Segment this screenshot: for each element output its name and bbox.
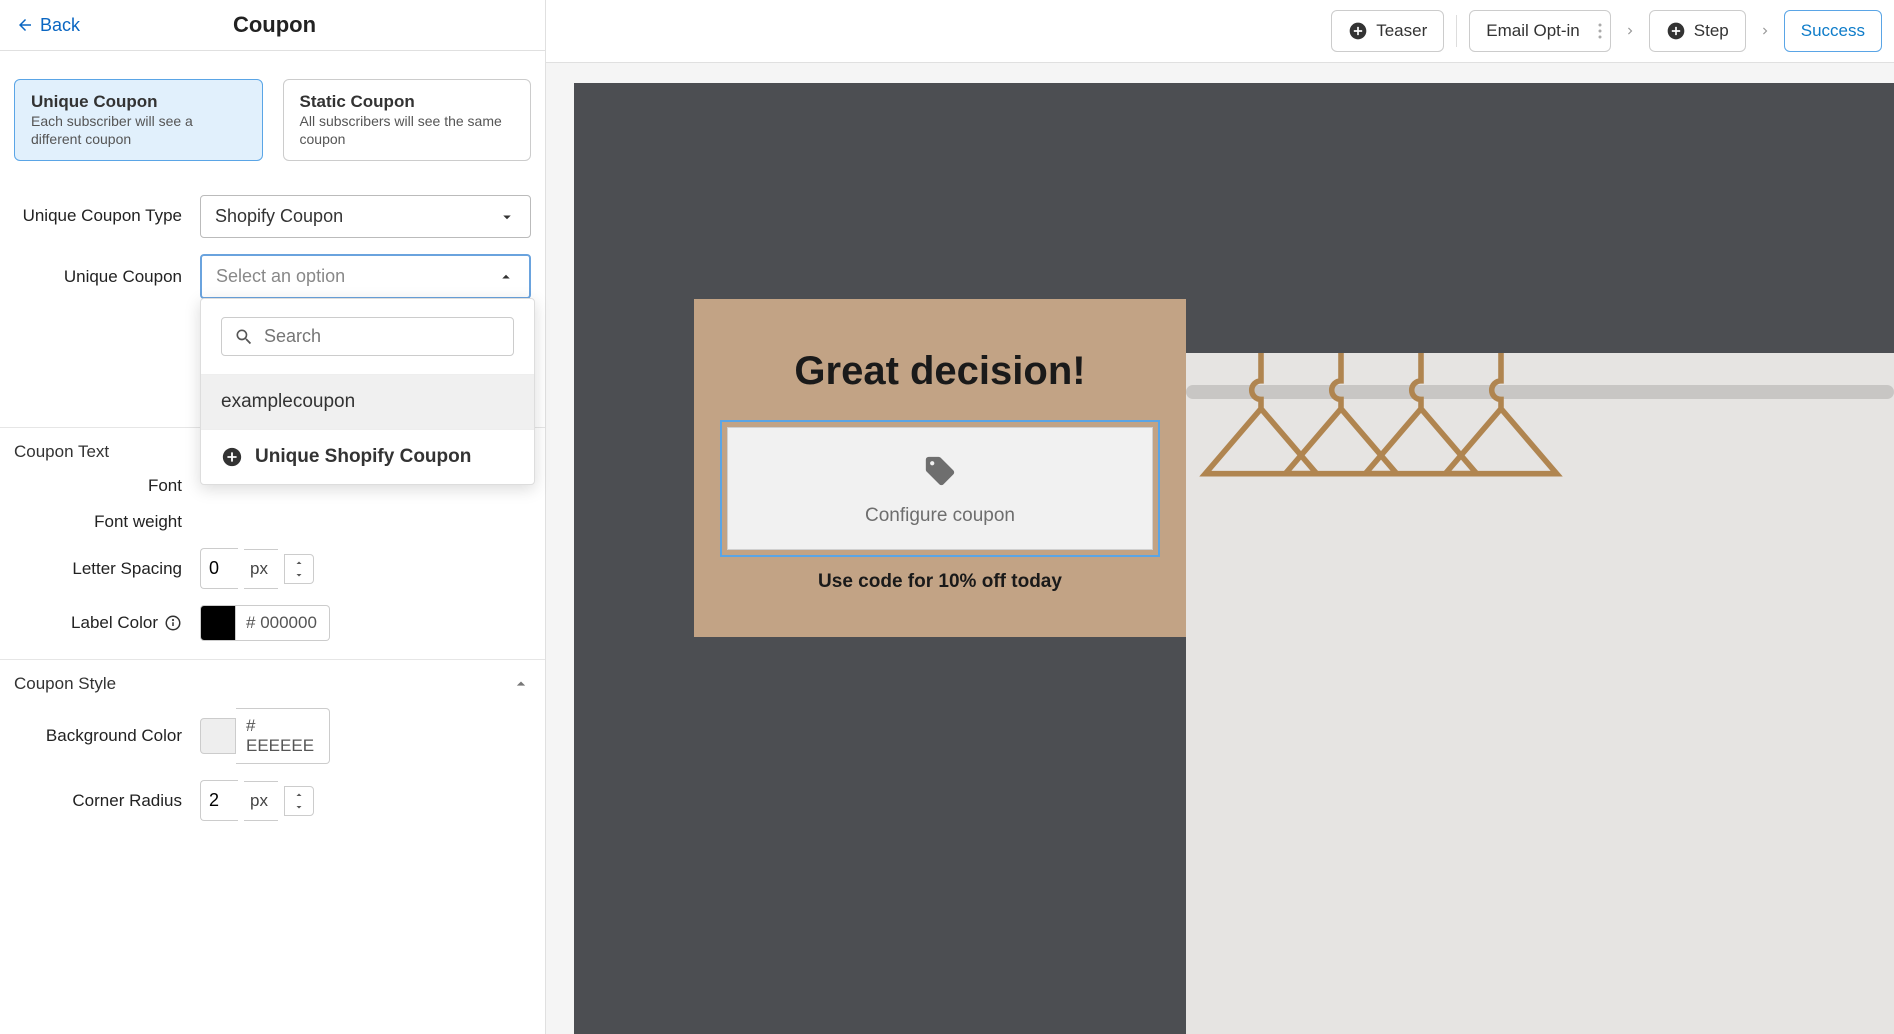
plus-circle-icon [1666, 21, 1686, 41]
unique-coupon-select[interactable]: Select an option [200, 254, 531, 299]
coupon-element-selected[interactable]: Configure coupon [720, 420, 1160, 557]
coupon-style-section-header[interactable]: Coupon Style [0, 660, 545, 700]
corner-radius-stepper[interactable] [284, 786, 314, 816]
preview-pane: Teaser Email Opt-in Step Success [546, 0, 1894, 1034]
card-title: Unique Coupon [31, 92, 246, 112]
corner-radius-label: Corner Radius [14, 791, 200, 811]
dropdown-option-examplecoupon[interactable]: examplecoupon [201, 374, 534, 429]
letter-spacing-stepper[interactable] [284, 554, 314, 584]
letter-spacing-input[interactable] [200, 548, 238, 589]
chevron-down-icon[interactable] [293, 801, 305, 813]
chevron-up-icon[interactable] [293, 557, 305, 569]
arrow-left-icon [16, 16, 34, 34]
chevron-down-icon[interactable] [293, 569, 305, 581]
page-title: Coupon [80, 12, 469, 38]
plus-circle-icon [1348, 21, 1368, 41]
card-desc: Each subscriber will see a different cou… [31, 113, 246, 148]
plus-circle-icon [221, 446, 243, 468]
back-label: Back [40, 15, 80, 36]
search-icon [234, 327, 254, 347]
select-placeholder: Select an option [216, 266, 345, 287]
hanger-icon [1436, 353, 1566, 520]
corner-radius-unit: px [244, 781, 278, 821]
dropdown-add-label: Unique Shopify Coupon [255, 446, 471, 468]
label-color-input[interactable]: # 000000 [236, 605, 330, 641]
label-color-swatch[interactable] [200, 605, 236, 641]
search-input[interactable] [264, 326, 501, 347]
font-weight-label: Font weight [14, 512, 200, 532]
tag-icon [923, 454, 957, 488]
coupon-type-select[interactable]: Shopify Coupon [200, 195, 531, 238]
add-step-button[interactable]: Step [1649, 10, 1746, 52]
coupon-placeholder-text: Configure coupon [748, 505, 1132, 527]
step-bar: Teaser Email Opt-in Step Success [546, 0, 1894, 63]
letter-spacing-label: Letter Spacing [14, 559, 200, 579]
chevron-right-icon [1758, 24, 1772, 38]
unique-coupon-dropdown: examplecoupon Unique Shopify Coupon [200, 298, 535, 485]
dropdown-search[interactable] [221, 317, 514, 356]
chevron-up-icon[interactable] [293, 789, 305, 801]
dropdown-add-unique-shopify[interactable]: Unique Shopify Coupon [201, 429, 534, 484]
coupon-type-label: Unique Coupon Type [14, 205, 200, 227]
chevron-down-icon [498, 208, 516, 226]
step-label: Success [1801, 21, 1865, 41]
select-value: Shopify Coupon [215, 206, 343, 227]
bg-color-label: Background Color [14, 726, 200, 746]
more-icon[interactable] [1598, 23, 1602, 39]
chevron-up-icon[interactable] [511, 674, 531, 694]
settings-sidebar: Back Coupon Unique Coupon Each subscribe… [0, 0, 546, 1034]
unique-coupon-label: Unique Coupon [14, 267, 200, 287]
success-step-button[interactable]: Success [1784, 10, 1882, 52]
letter-spacing-unit: px [244, 549, 278, 589]
popup-headline: Great decision! [720, 349, 1160, 394]
popup-subtext: Use code for 10% off today [720, 571, 1160, 593]
card-title: Static Coupon [300, 92, 515, 112]
bg-color-input[interactable]: # EEEEEE [236, 708, 330, 764]
preview-background-image [1186, 353, 1894, 1034]
unique-coupon-card[interactable]: Unique Coupon Each subscriber will see a… [14, 79, 263, 161]
font-label: Font [14, 476, 200, 496]
static-coupon-card[interactable]: Static Coupon All subscribers will see t… [283, 79, 532, 161]
step-label: Email Opt-in [1486, 21, 1580, 41]
info-icon[interactable] [164, 614, 182, 632]
step-label: Step [1694, 21, 1729, 41]
label-color-label: Label Color [14, 613, 200, 633]
chevron-right-icon [1623, 24, 1637, 38]
divider [1456, 15, 1457, 47]
corner-radius-input[interactable] [200, 780, 238, 821]
teaser-step-button[interactable]: Teaser [1331, 10, 1444, 52]
back-button[interactable]: Back [16, 15, 80, 36]
sidebar-header: Back Coupon [0, 0, 545, 51]
bg-color-swatch[interactable] [200, 718, 236, 754]
popup-preview: Great decision! Configure coupon Use cod… [694, 299, 1186, 637]
chevron-up-icon [497, 268, 515, 286]
email-optin-step-button[interactable]: Email Opt-in [1469, 10, 1611, 52]
card-desc: All subscribers will see the same coupon [300, 113, 515, 148]
step-label: Teaser [1376, 21, 1427, 41]
preview-canvas: Great decision! Configure coupon Use cod… [574, 83, 1894, 1034]
